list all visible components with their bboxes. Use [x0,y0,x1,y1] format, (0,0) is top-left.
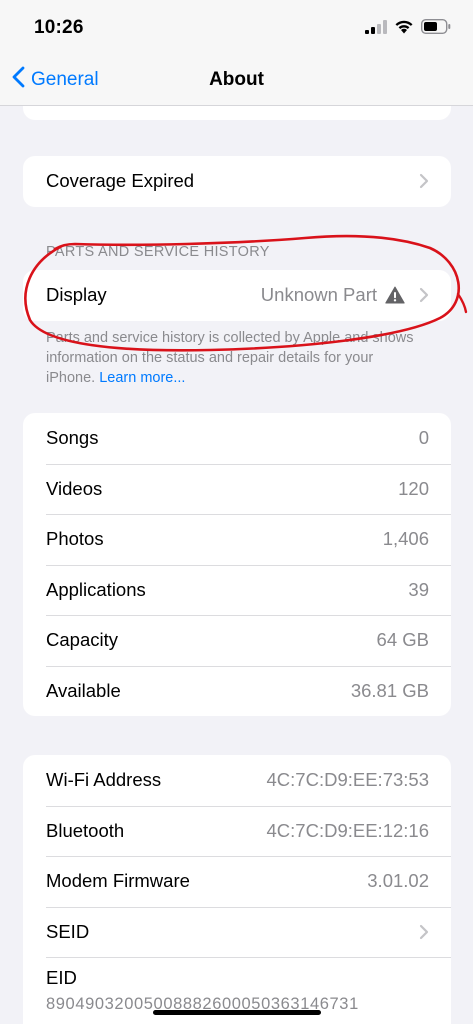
display-row[interactable]: Display Unknown Part [23,270,451,321]
row-value: 4C:7C:D9:EE:12:16 [266,819,429,841]
status-bar: 10:26 [0,0,473,56]
row-value: 3.01.02 [367,870,429,892]
row-label: Available [46,679,121,701]
parts-group: Display Unknown Part [23,270,451,321]
eid-label: EID [46,967,77,988]
capacity-row: Capacity 64 GB [23,615,451,666]
network-group: Wi-Fi Address 4C:7C:D9:EE:73:53 Bluetoot… [23,755,451,1024]
learn-more-link[interactable]: Learn more... [99,370,185,386]
seid-row[interactable]: SEID [23,906,451,958]
videos-row: Videos 120 [23,463,451,515]
chevron-right-icon [419,287,429,303]
status-icons [365,18,451,39]
coverage-row[interactable]: Coverage Expired [23,156,451,207]
home-indicator[interactable] [153,1010,321,1015]
row-label: Bluetooth [46,819,125,841]
chevron-right-icon [419,173,429,189]
row-label: SEID [46,920,90,942]
about-screen: 10:26 General About Coverage Expired PAR… [0,0,473,1024]
row-value: 0 [418,427,429,449]
coverage-label: Coverage Expired [46,170,195,192]
wifi-icon [394,19,414,39]
parts-section-footer: Parts and service history is collected b… [46,328,426,388]
row-label: Modem Firmware [46,870,190,892]
page-title: About [209,69,264,90]
row-value: 120 [398,477,429,499]
media-group: Songs 0 Videos 120 Photos 1,406 Applicat… [23,413,451,716]
chevron-right-icon [419,924,429,940]
row-value: 4C:7C:D9:EE:73:53 [266,769,429,791]
bluetooth-row[interactable]: Bluetooth 4C:7C:D9:EE:12:16 [23,805,451,857]
warning-triangle-icon [385,286,405,304]
row-label: Videos [46,477,103,499]
modem-firmware-row[interactable]: Modem Firmware 3.01.02 [23,856,451,907]
available-row: Available 36.81 GB [23,665,451,717]
previous-group-edge [23,106,451,120]
row-value: 39 [408,578,429,600]
status-time: 10:26 [34,17,84,38]
wifi-address-row[interactable]: Wi-Fi Address 4C:7C:D9:EE:73:53 [23,755,451,806]
row-value: 1,406 [382,528,429,550]
row-label: Applications [46,578,146,600]
navigation-bar: General About [0,56,473,106]
display-label: Display [46,284,107,306]
parts-section-header: PARTS AND SERVICE HISTORY [46,244,270,260]
row-value: 64 GB [376,629,429,651]
row-value: 36.81 GB [350,679,429,701]
applications-row: Applications 39 [23,564,451,616]
row-label: Songs [46,427,99,449]
songs-row: Songs 0 [23,413,451,464]
row-label: Photos [46,528,104,550]
cellular-signal-icon [365,19,387,39]
battery-icon [420,18,451,39]
row-label: Wi-Fi Address [46,769,162,791]
display-value: Unknown Part [260,284,377,306]
coverage-group: Coverage Expired [23,156,451,207]
row-label: Capacity [46,629,118,651]
photos-row: Photos 1,406 [23,514,451,565]
